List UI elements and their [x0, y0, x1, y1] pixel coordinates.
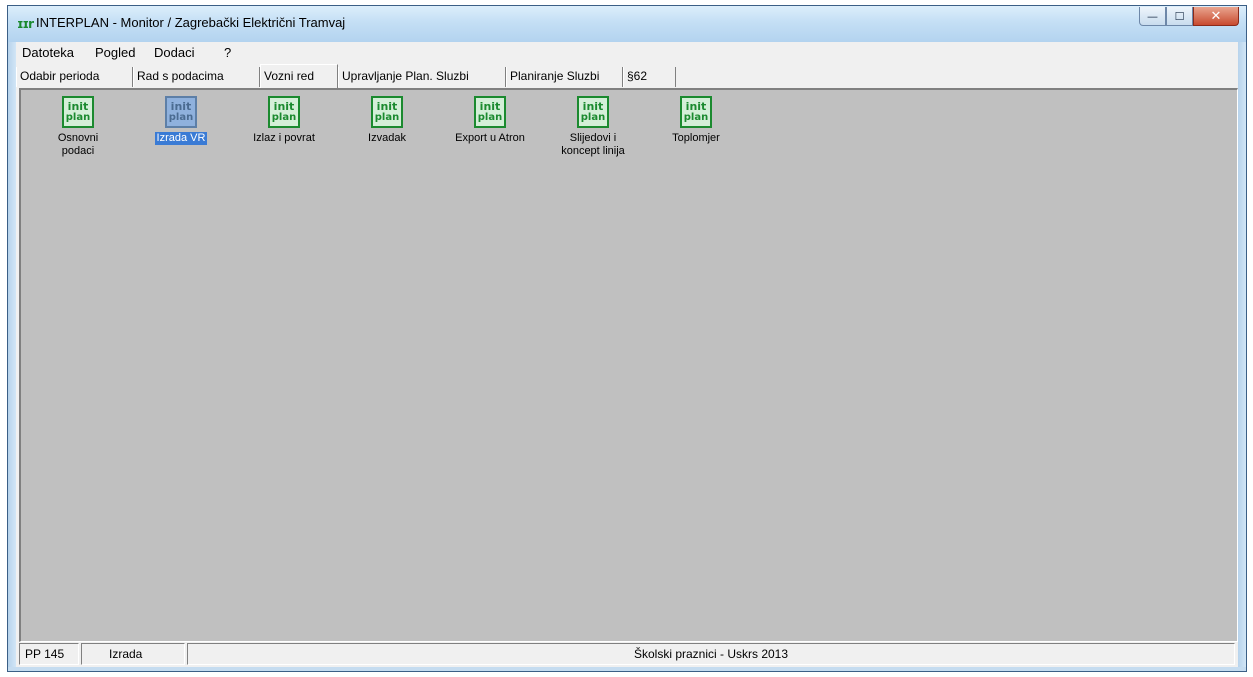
tab-62[interactable]: §62: [623, 67, 676, 87]
logo-text-bottom: plan: [477, 112, 503, 123]
workspace-panel: init plan Osnovni podaci init plan Izrada …: [19, 88, 1238, 642]
caption-buttons: — ☐ ✕: [1139, 7, 1239, 26]
logo-text-bottom: plan: [580, 112, 606, 123]
icon-slijedovi-i-koncept-linija[interactable]: init plan Slijedovi i koncept linija: [548, 96, 638, 158]
logo-text-top: init: [479, 100, 501, 113]
tab-planiranje-sluzbi[interactable]: Planiranje Sluzbi: [506, 67, 623, 87]
tab-strip: Odabir perioda Rad s podacima Vozni red …: [16, 64, 1238, 89]
logo-text-bottom: plan: [168, 112, 194, 123]
status-bar: PP 145 Izrada Školski praznici - Uskrs 2…: [19, 643, 1235, 665]
menu-bar: Datoteka Pogled Dodaci ?: [16, 42, 1238, 64]
main-window: ɪɪr INTERPLAN - Monitor / Zagrebački Ele…: [7, 5, 1247, 672]
init-plan-icon: init plan: [165, 96, 197, 128]
status-period: Školski praznici - Uskrs 2013: [187, 643, 1235, 665]
icon-label-line2: koncept linija: [561, 145, 625, 157]
status-mode: Izrada: [81, 643, 185, 665]
logo-text-top: init: [67, 100, 89, 113]
logo-text-bottom: plan: [65, 112, 91, 123]
icon-izlaz-i-povrat[interactable]: init plan Izlaz i povrat: [239, 96, 329, 145]
icon-label: Izvadak: [368, 132, 406, 144]
logo-text-top: init: [582, 100, 604, 113]
close-button[interactable]: ✕: [1193, 7, 1239, 26]
init-plan-icon: init plan: [680, 96, 712, 128]
logo-text-bottom: plan: [374, 112, 400, 123]
maximize-button[interactable]: ☐: [1166, 7, 1193, 26]
logo-text-top: init: [685, 100, 707, 113]
status-pp: PP 145: [19, 643, 79, 665]
icon-izvadak[interactable]: init plan Izvadak: [342, 96, 432, 145]
window-frame-left: [8, 42, 16, 671]
init-plan-icon: init plan: [62, 96, 94, 128]
tab-vozni-red[interactable]: Vozni red: [260, 64, 338, 88]
icon-label: Osnovni: [57, 132, 99, 144]
menu-dodaci[interactable]: Dodaci: [154, 45, 194, 60]
window-title: INTERPLAN - Monitor / Zagrebački Elektri…: [36, 15, 346, 30]
menu-help[interactable]: ?: [224, 45, 231, 60]
logo-text-top: init: [273, 100, 295, 113]
title-bar[interactable]: ɪɪr INTERPLAN - Monitor / Zagrebački Ele…: [8, 6, 1246, 42]
icon-toplomjer[interactable]: init plan Toplomjer: [651, 96, 741, 145]
icon-label-line2: podaci: [61, 145, 95, 157]
icon-export-u-atron[interactable]: init plan Export u Atron: [445, 96, 535, 145]
icon-label: Export u Atron: [455, 132, 525, 144]
logo-text-top: init: [376, 100, 398, 113]
logo-text-bottom: plan: [683, 112, 709, 123]
menu-pogled[interactable]: Pogled: [95, 45, 135, 60]
tab-odabir-perioda[interactable]: Odabir perioda: [16, 67, 133, 87]
icon-label: Izlaz i povrat: [253, 132, 315, 144]
icon-osnovni-podaci[interactable]: init plan Osnovni podaci: [33, 96, 123, 158]
init-plan-icon: init plan: [371, 96, 403, 128]
minimize-button[interactable]: —: [1139, 7, 1166, 26]
tab-upravljanje-plan-sluzbi[interactable]: Upravljanje Plan. Sluzbi: [338, 67, 506, 87]
interplan-logo-icon: ɪɪr: [17, 17, 34, 31]
logo-text-bottom: plan: [271, 112, 297, 123]
icon-label: Slijedovi i: [569, 132, 617, 144]
icon-label: Toplomjer: [672, 132, 720, 144]
menu-datoteka[interactable]: Datoteka: [22, 45, 74, 60]
window-frame-bottom: [8, 667, 1246, 671]
init-plan-icon: init plan: [268, 96, 300, 128]
logo-text-top: init: [170, 100, 192, 113]
icon-label: Izrada VR: [154, 132, 208, 145]
init-plan-icon: init plan: [577, 96, 609, 128]
icon-izrada-vr[interactable]: init plan Izrada VR: [136, 96, 226, 145]
tab-rad-s-podacima[interactable]: Rad s podacima: [133, 67, 260, 87]
init-plan-icon: init plan: [474, 96, 506, 128]
window-frame-right: [1238, 42, 1246, 671]
